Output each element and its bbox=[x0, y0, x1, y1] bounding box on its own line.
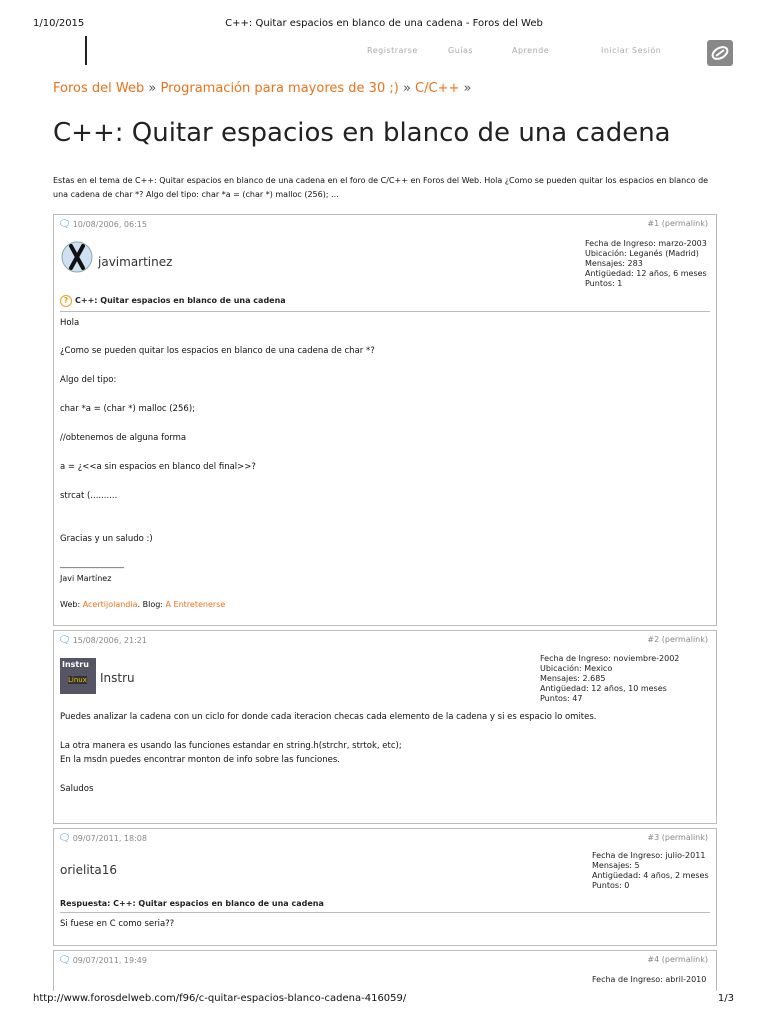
username[interactable]: orielita16 bbox=[60, 863, 117, 877]
breadcrumb-separator: » bbox=[463, 81, 472, 96]
intro-text: Estas en el tema de C++: Quitar espacios… bbox=[53, 176, 709, 199]
breadcrumb-ccpp[interactable]: C/C++ bbox=[415, 81, 459, 96]
permalink[interactable]: #4 (permalink) bbox=[647, 955, 708, 964]
signature-name: Javi Martínez bbox=[60, 574, 112, 583]
avatar-text: Linux bbox=[68, 676, 87, 684]
body-line: Si fuese en C como seria?? bbox=[60, 919, 175, 929]
location: Ubicación: Mexico bbox=[540, 664, 613, 673]
post-2: 🗨 15/08/2006, 21:21 #2 (permalink) Instru… bbox=[53, 630, 717, 824]
link-icon[interactable] bbox=[707, 40, 733, 66]
username[interactable]: Instru bbox=[100, 671, 135, 685]
breadcrumb: Foros del Web » Programación para mayore… bbox=[53, 81, 471, 96]
seniority: Antigüedad: 4 años, 2 meses bbox=[592, 871, 709, 880]
permalink[interactable]: #1 (permalink) bbox=[647, 219, 708, 228]
join-date: Fecha de Ingreso: marzo-2003 bbox=[585, 239, 707, 248]
body-line: En la msdn puedes encontrar monton de in… bbox=[60, 755, 340, 765]
post-meta: 🗨 10/08/2006, 06:15 #1 (permalink) bbox=[58, 219, 708, 231]
body-line: Puedes analizar la cadena con un ciclo f… bbox=[60, 712, 597, 722]
post-3: 🗨 09/07/2011, 18:08 #3 (permalink) orieli… bbox=[53, 828, 717, 946]
join-date: Fecha de Ingreso: julio-2011 bbox=[592, 851, 706, 860]
body-line: Gracias y un saludo :) bbox=[60, 534, 153, 544]
user-info: Fecha de Ingreso: julio-2011 Mensajes: 5… bbox=[592, 851, 709, 891]
post-meta: 🗨 09/07/2011, 18:08 #3 (permalink) bbox=[58, 833, 708, 845]
user-info: Fecha de Ingreso: abril-2010 bbox=[592, 975, 706, 985]
post-subject-text: C++: Quitar espacios en blanco de una ca… bbox=[75, 296, 286, 305]
post-date-text: 10/08/2006, 06:15 bbox=[72, 220, 147, 229]
post-date-text: 09/07/2011, 19:49 bbox=[72, 956, 147, 965]
post-subject: ? C++: Quitar espacios en blanco de una c… bbox=[60, 295, 710, 312]
location: Ubicación: Leganés (Madrid) bbox=[585, 249, 699, 258]
signature-line: ________________ bbox=[60, 559, 124, 568]
points: Puntos: 47 bbox=[540, 694, 583, 703]
message-count: Mensajes: 5 bbox=[592, 861, 640, 870]
seniority: Antigüedad: 12 años, 6 meses bbox=[585, 269, 707, 278]
points: Puntos: 1 bbox=[585, 279, 623, 288]
breadcrumb-separator: » bbox=[402, 81, 411, 96]
page-title: C++: Quitar espacios en blanco de una ca… bbox=[53, 118, 671, 148]
post-meta: 🗨 15/08/2006, 21:21 #2 (permalink) bbox=[58, 635, 708, 647]
post-date: 🗨 15/08/2006, 21:21 bbox=[58, 635, 147, 646]
body-line: a = ¿<<a sin espacios en blanco del fina… bbox=[60, 462, 256, 472]
avatar-text: Instru bbox=[62, 660, 89, 669]
question-icon: ? bbox=[60, 295, 72, 307]
body-line: Hola bbox=[60, 318, 80, 328]
avatar[interactable]: Instru Linux bbox=[60, 658, 96, 694]
breadcrumb-programacion[interactable]: Programación para mayores de 30 ;) bbox=[160, 81, 398, 96]
permalink[interactable]: #2 (permalink) bbox=[647, 635, 708, 644]
permalink[interactable]: #3 (permalink) bbox=[647, 833, 708, 842]
nav-guides[interactable]: Guías bbox=[448, 46, 473, 55]
post-date: 🗨 09/07/2011, 18:08 bbox=[58, 833, 147, 844]
join-date: Fecha de Ingreso: abril-2010 bbox=[592, 975, 707, 984]
body-line: La otra manera es usando las funciones e… bbox=[60, 741, 402, 751]
sig-web-label: Web: bbox=[60, 600, 81, 609]
body-line: char *a = (char *) malloc (256); bbox=[60, 404, 196, 414]
avatar[interactable] bbox=[60, 240, 94, 274]
comment-bubble-icon: 🗨 bbox=[58, 833, 71, 844]
site-logo[interactable] bbox=[85, 36, 87, 65]
message-count: Mensajes: 283 bbox=[585, 259, 643, 268]
comment-bubble-icon: 🗨 bbox=[58, 219, 71, 230]
body-line: Algo del tipo: bbox=[60, 375, 117, 385]
post-subject: Respuesta: C++: Quitar espacios en blanc… bbox=[60, 899, 710, 913]
seniority: Antigüedad: 12 años, 10 meses bbox=[540, 684, 667, 693]
user-info: Fecha de Ingreso: marzo-2003 Ubicación: … bbox=[585, 239, 707, 289]
nav-login[interactable]: Iniciar Sesión bbox=[601, 46, 661, 55]
user-info: Fecha de Ingreso: noviembre-2002 Ubicaci… bbox=[540, 654, 679, 704]
sig-blog-link[interactable]: A Entretenerse bbox=[166, 600, 226, 609]
nav-learn[interactable]: Aprende bbox=[512, 46, 549, 55]
username[interactable]: javimartinez bbox=[98, 255, 172, 269]
sig-blog-label: . Blog: bbox=[137, 600, 163, 609]
message-count: Mensajes: 2.685 bbox=[540, 674, 606, 683]
post-date: 🗨 10/08/2006, 06:15 bbox=[58, 219, 147, 230]
signature-links: Web: Acertijolandia. Blog: A Entreteners… bbox=[60, 600, 225, 609]
breadcrumb-separator: » bbox=[148, 81, 157, 96]
comment-bubble-icon: 🗨 bbox=[58, 635, 71, 646]
post-meta: 🗨 09/07/2011, 19:49 #4 (permalink) bbox=[58, 955, 708, 967]
post-1: 🗨 10/08/2006, 06:15 #1 (permalink) javima… bbox=[53, 214, 717, 626]
print-title: C++: Quitar espacios en blanco de una ca… bbox=[225, 18, 543, 29]
sig-web-link[interactable]: Acertijolandia bbox=[83, 600, 138, 609]
join-date: Fecha de Ingreso: noviembre-2002 bbox=[540, 654, 680, 663]
post-4: 🗨 09/07/2011, 19:49 #4 (permalink) Fecha … bbox=[53, 950, 717, 991]
print-url: http://www.forosdelweb.com/f96/c-quitar-… bbox=[33, 993, 407, 1004]
post-date-text: 15/08/2006, 21:21 bbox=[72, 636, 147, 645]
post-date: 🗨 09/07/2011, 19:49 bbox=[58, 955, 147, 966]
breadcrumb-foros[interactable]: Foros del Web bbox=[53, 81, 144, 96]
comment-bubble-icon: 🗨 bbox=[58, 955, 71, 966]
body-line: //obtenemos de alguna forma bbox=[60, 433, 187, 443]
page-number: 1/3 bbox=[717, 993, 734, 1004]
body-line: ¿Como se pueden quitar los espacios en b… bbox=[60, 346, 375, 356]
post-date-text: 09/07/2011, 18:08 bbox=[72, 834, 147, 843]
body-line: Saludos bbox=[60, 784, 94, 794]
body-line: strcat (.......... bbox=[60, 491, 118, 501]
nav-register[interactable]: Registrarse bbox=[367, 46, 418, 55]
points: Puntos: 0 bbox=[592, 881, 630, 890]
